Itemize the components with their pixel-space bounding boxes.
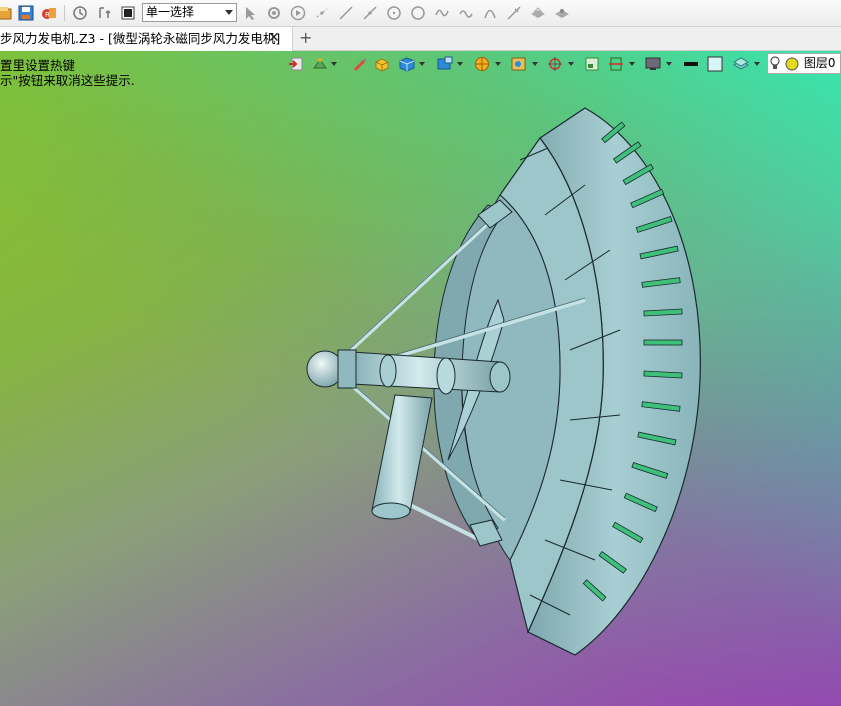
undo-icon[interactable] xyxy=(71,4,89,22)
wind-turbine-model[interactable] xyxy=(0,51,841,706)
stop-icon[interactable] xyxy=(119,4,137,22)
svg-text:R: R xyxy=(45,11,50,19)
close-icon[interactable]: ✕ xyxy=(268,31,280,45)
point-icon[interactable] xyxy=(313,4,331,22)
surface-icon[interactable] xyxy=(529,4,547,22)
save-icon[interactable] xyxy=(17,4,35,22)
circle-center-icon[interactable] xyxy=(385,4,403,22)
circle-icon[interactable] xyxy=(409,4,427,22)
main-toolbar: R 单一选择 xyxy=(0,0,841,27)
filter-pick-icon[interactable] xyxy=(265,4,283,22)
redo-icon[interactable] xyxy=(95,4,113,22)
add-tab-icon[interactable]: + xyxy=(299,30,312,46)
selection-mode-select[interactable]: 单一选择 xyxy=(142,3,237,22)
surface-edit-icon[interactable] xyxy=(553,4,571,22)
import-icon[interactable]: R xyxy=(40,4,58,22)
3d-viewport[interactable]: 置里设置热键 示"按钮来取消这些提示. 图层0 xyxy=(0,51,841,706)
line-segment-icon[interactable] xyxy=(361,4,379,22)
tab-document[interactable]: 步风力发电机.Z3 - [微型涡轮永磁同步风力发电机] xyxy=(0,27,293,51)
trim-line-icon[interactable] xyxy=(505,4,523,22)
curve-icon[interactable] xyxy=(457,4,475,22)
document-tab-bar: 步风力发电机.Z3 - [微型涡轮永磁同步风力发电机] ✕ + xyxy=(0,27,841,51)
open-file-icon[interactable] xyxy=(0,4,14,22)
arc-icon[interactable] xyxy=(481,4,499,22)
line-icon[interactable] xyxy=(337,4,355,22)
tab-document-label: 步风力发电机.Z3 - [微型涡轮永磁同步风力发电机] xyxy=(0,31,281,46)
chevron-down-icon xyxy=(225,10,233,15)
play-icon[interactable] xyxy=(289,4,307,22)
spline-icon[interactable] xyxy=(433,4,451,22)
selection-mode-value: 单一选择 xyxy=(146,5,195,19)
cursor-pick-icon[interactable] xyxy=(241,4,259,22)
